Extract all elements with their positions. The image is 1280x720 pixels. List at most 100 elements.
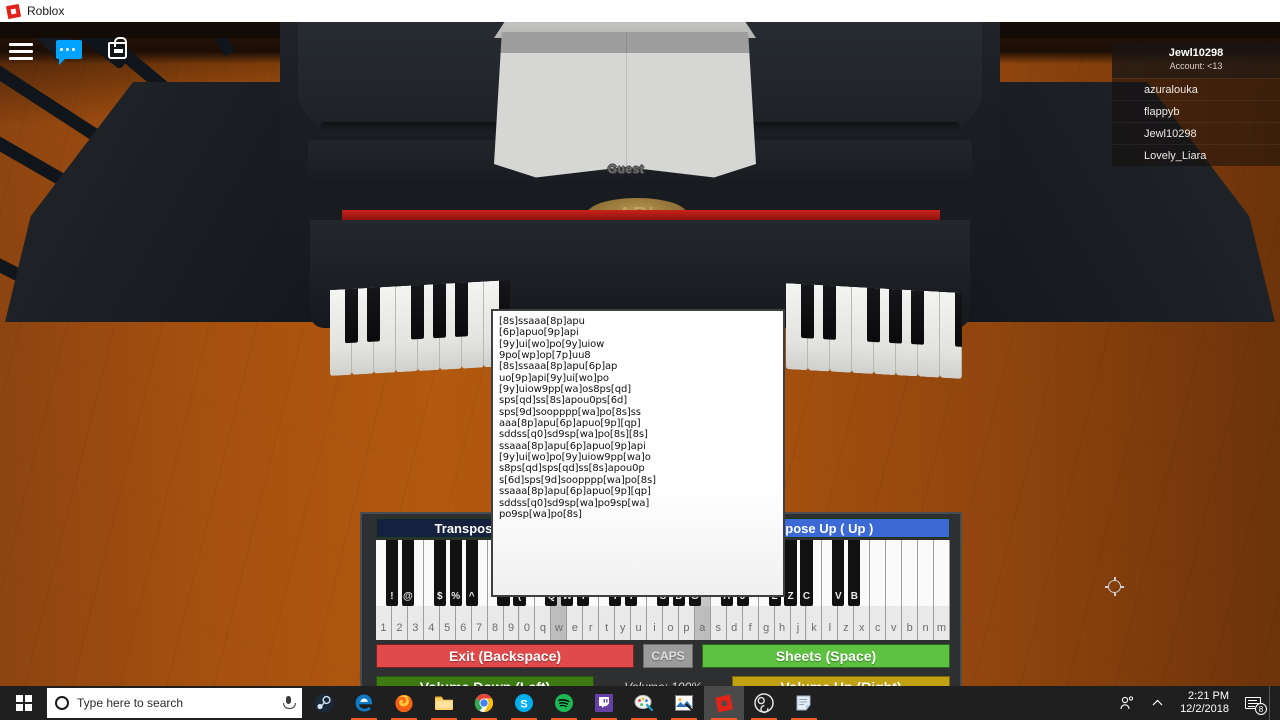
piano-black-key[interactable]: %: [449, 540, 462, 606]
game-viewport[interactable]: ARI Gue: [0, 22, 1280, 686]
player-list-item[interactable]: Jewl10298: [1112, 122, 1280, 144]
taskbar-clock[interactable]: 2:21 PM 12/2/2018: [1172, 686, 1237, 720]
taskbar-app-roblox[interactable]: [704, 686, 744, 720]
piano-white-key[interactable]: v: [886, 540, 903, 640]
piano-key-label: %: [451, 591, 461, 602]
exit-button[interactable]: Exit (Backspace): [376, 644, 634, 668]
piano-key-label: w: [554, 622, 563, 634]
piano-black-key[interactable]: Z: [784, 540, 797, 606]
windows-taskbar: Type here to search S 2:21 PM 12/2/2018 …: [0, 686, 1280, 720]
roblox-logo-icon: [5, 3, 22, 19]
player-list-rows: azuralouka flappyb Jewl10298 Lovely_Liara: [1112, 78, 1280, 166]
piano-key-label: h: [779, 622, 786, 634]
piano-white-key[interactable]: m: [934, 540, 950, 640]
skype-icon: S: [513, 692, 535, 714]
player-list-item[interactable]: flappyb: [1112, 100, 1280, 122]
piano-key-label: 6: [460, 622, 467, 634]
sheet-music-line: po9sp[wa]po[8s]: [499, 508, 582, 520]
piano-key-label: V: [835, 591, 842, 602]
player-list-item[interactable]: Lovely_Liara: [1112, 144, 1280, 166]
game-crosshair-cursor: [1105, 577, 1124, 596]
windows-start-icon[interactable]: [0, 686, 47, 720]
player-list[interactable]: Jewl10298 Account: <13 azuralouka flappyb…: [1112, 42, 1280, 166]
piano-white-key[interactable]: n: [918, 540, 935, 640]
piano-key-label: u: [635, 622, 642, 634]
piano-key-label: 5: [444, 622, 451, 634]
caps-button[interactable]: CAPS: [643, 644, 693, 668]
sheet-music-line: sddss[q0]sd9sp[wa]po[8s][8s]: [499, 429, 648, 441]
player-list-account-type: Account: <13: [1169, 61, 1223, 71]
taskbar-app-sticky-notes[interactable]: [784, 686, 824, 720]
chat-bubble-icon[interactable]: [54, 36, 84, 66]
piano-white-key[interactable]: b: [902, 540, 919, 640]
backpack-icon[interactable]: [102, 36, 132, 66]
sheet-music-panel[interactable]: [8s]ssaaa[8p]apu [6p]apuo[9p]api [9y]ui[wo…: [491, 309, 785, 597]
player-list-own-name: Jewl10298: [1168, 47, 1224, 59]
piano-key-label: f: [748, 622, 752, 634]
piano-key-label: i: [653, 622, 656, 634]
piano-key-label: B: [850, 591, 858, 602]
piano-black-key[interactable]: ^: [465, 540, 478, 606]
show-desktop-button[interactable]: [1269, 686, 1276, 720]
sheet-music-line: [9y]ui[wo]po[9y]uiow9pp[wa]o: [499, 452, 651, 464]
clock-date: 12/2/2018: [1180, 703, 1229, 715]
player-list-item[interactable]: azuralouka: [1112, 78, 1280, 100]
world-piano-keys-right: [786, 283, 962, 379]
window-titlebar: Roblox: [0, 0, 1280, 22]
firefox-icon: [393, 692, 415, 714]
piano-key-label: j: [796, 622, 800, 634]
piano-key-label: 2: [396, 622, 403, 634]
piano-key-label: n: [922, 622, 929, 634]
taskbar-app-photo-editor[interactable]: [664, 686, 704, 720]
taskbar-app-firefox[interactable]: [384, 686, 424, 720]
search-circle-icon: [55, 696, 69, 710]
character-center-fold: [626, 32, 627, 180]
taskbar-app-twitch[interactable]: [584, 686, 624, 720]
piano-key-label: $: [436, 591, 443, 602]
action-center-icon[interactable]: 8: [1237, 686, 1269, 720]
piano-key-label: r: [588, 622, 593, 634]
volume-up-button[interactable]: Volume Up (Right): [732, 676, 950, 686]
piano-black-key[interactable]: @: [401, 540, 414, 606]
search-input[interactable]: Type here to search: [47, 688, 302, 718]
sheet-music-line: s[6d]sps[9d]soopppp[wa]po[8s]: [499, 474, 656, 486]
sticky-notes-icon: [793, 692, 815, 714]
people-icon[interactable]: [1112, 686, 1142, 720]
piano-black-key[interactable]: B: [848, 540, 861, 606]
piano-key-label: m: [936, 622, 947, 634]
volume-down-button[interactable]: Volume Down (Left): [376, 676, 594, 686]
piano-white-key[interactable]: c: [870, 540, 887, 640]
piano-key-label: e: [571, 622, 578, 634]
search-placeholder: Type here to search: [77, 696, 184, 710]
hamburger-menu-icon[interactable]: [6, 36, 36, 66]
taskbar-app-file-explorer[interactable]: [424, 686, 464, 720]
chevron-up-icon[interactable]: [1142, 686, 1172, 720]
piano-black-key[interactable]: !: [385, 540, 398, 606]
taskbar-app-obs[interactable]: [744, 686, 784, 720]
piano-black-key[interactable]: V: [832, 540, 845, 606]
sheet-music-line: 9po[wp]op[7p]uu8: [499, 350, 591, 362]
piano-key-label: b: [906, 622, 913, 634]
sheet-music-line: sps[qd]ss[8s]apou0ps[6d]: [499, 395, 628, 407]
taskbar-app-buttons: S: [304, 686, 824, 720]
sheets-button[interactable]: Sheets (Space): [702, 644, 950, 668]
taskbar-app-steam[interactable]: [304, 686, 344, 720]
sheet-music-line: sps[9d]soopppp[wa]po[8s]ss: [499, 406, 641, 418]
taskbar-app-edge[interactable]: [344, 686, 384, 720]
sheet-music-line: [8s]ssaaa[8p]apu[6p]ap: [499, 361, 618, 373]
microphone-icon[interactable]: [282, 696, 296, 710]
chrome-icon: [473, 692, 495, 714]
piano-black-key[interactable]: $: [433, 540, 446, 606]
taskbar-app-paint[interactable]: [624, 686, 664, 720]
piano-key-label: k: [811, 622, 817, 634]
roblox-hud-topleft: [6, 36, 132, 66]
taskbar-app-skype[interactable]: S: [504, 686, 544, 720]
clock-time: 2:21 PM: [1188, 690, 1229, 702]
sheet-music-line: sddss[q0]sd9sp[wa]po9sp[wa]: [499, 497, 650, 509]
piano-key-label: v: [890, 622, 897, 634]
piano-key-label: 0: [523, 622, 531, 634]
taskbar-app-chrome[interactable]: [464, 686, 504, 720]
taskbar-app-spotify[interactable]: [544, 686, 584, 720]
piano-black-key[interactable]: C: [800, 540, 813, 606]
piano-key-label: q: [539, 622, 546, 634]
